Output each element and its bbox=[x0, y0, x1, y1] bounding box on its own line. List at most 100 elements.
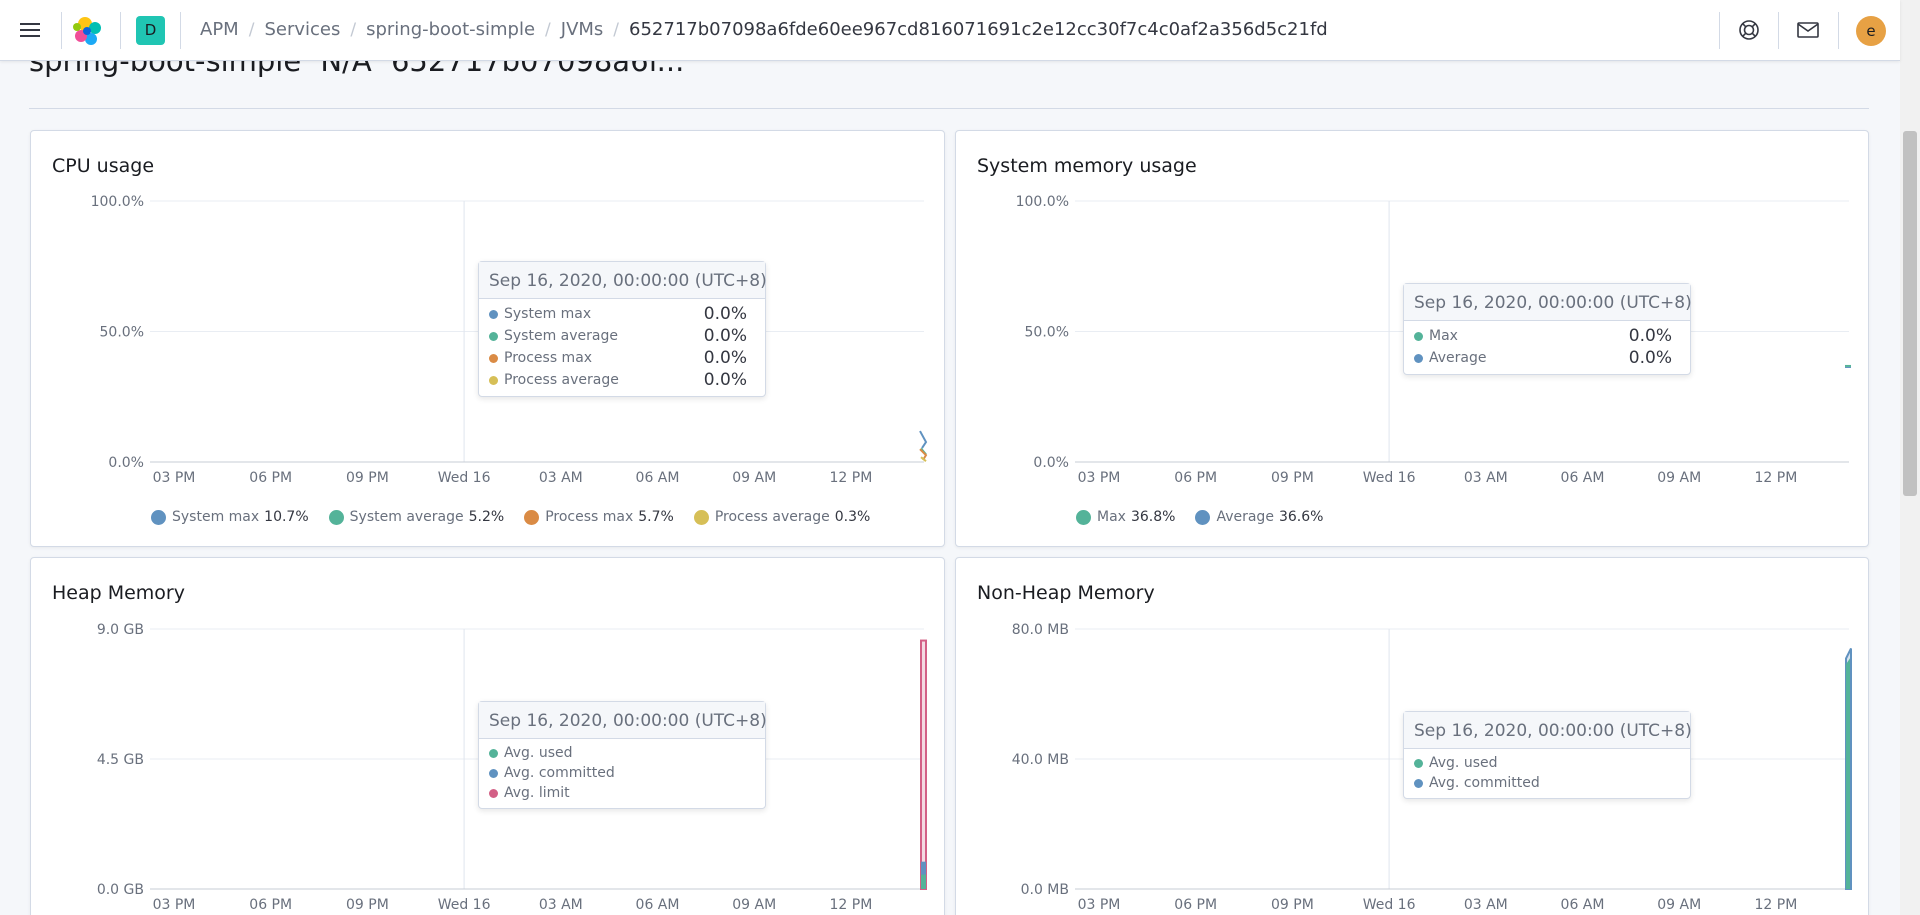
tooltip-date: Sep 16, 2020, 00:00:00 (UTC+8) bbox=[1404, 712, 1692, 749]
tooltip-label: Avg. used bbox=[1429, 755, 1498, 771]
legend-item-system-average[interactable]: System average 5.2% bbox=[328, 509, 504, 525]
tooltip-color-dot bbox=[1414, 778, 1423, 788]
tooltip-label: Avg. committed bbox=[504, 765, 615, 781]
scrollbar-thumb[interactable] bbox=[1903, 131, 1917, 496]
tooltip-label: Avg. limit bbox=[504, 785, 570, 801]
y-tick-label: 50.0% bbox=[100, 325, 144, 341]
x-tick-label: 06 PM bbox=[249, 897, 292, 913]
legend-item-max[interactable]: Max 36.8% bbox=[1076, 509, 1175, 525]
breadcrumb-jvm-id: 652717b07098a6fde60ee967cd816071691c2e12… bbox=[629, 19, 1328, 40]
tooltip-label: System max bbox=[504, 306, 592, 322]
tooltip-label: Process max bbox=[504, 350, 593, 366]
cpu-usage-panel: CPU usage 100.0% 50.0% 0.0% 03 PM 06 PM 09 PM… bbox=[30, 130, 945, 547]
legend-label: System max bbox=[172, 509, 260, 525]
legend-color-dot bbox=[1076, 509, 1091, 525]
legend-label: System average bbox=[349, 509, 464, 525]
tooltip-label: System average bbox=[504, 328, 618, 344]
user-avatar[interactable]: e bbox=[1856, 16, 1886, 46]
x-tick-label: 12 PM bbox=[830, 897, 873, 913]
legend-color-dot bbox=[151, 509, 166, 525]
elastic-logo[interactable] bbox=[72, 15, 104, 47]
legend-value: 5.7% bbox=[638, 509, 674, 525]
x-tick-label: 12 PM bbox=[830, 470, 873, 486]
y-tick-label: 4.5 GB bbox=[97, 752, 144, 768]
tooltip-color-dot bbox=[489, 331, 498, 341]
breadcrumb-services[interactable]: Services bbox=[264, 19, 340, 40]
y-tick-label: 0.0% bbox=[108, 455, 144, 471]
breadcrumb-separator: / bbox=[545, 19, 551, 40]
tooltip-label: Avg. committed bbox=[1429, 775, 1540, 791]
tooltip-color-dot bbox=[489, 353, 498, 363]
tooltip-color-dot bbox=[1414, 353, 1423, 363]
breadcrumb-apm[interactable]: APM bbox=[200, 19, 239, 40]
tooltip-label: Process average bbox=[504, 372, 619, 388]
tooltip-value: 0.0% bbox=[1628, 348, 1672, 368]
tooltip-value: 0.0% bbox=[1628, 326, 1672, 346]
breadcrumb-separator: / bbox=[248, 19, 255, 40]
legend-label: Process max bbox=[545, 509, 634, 525]
series-area-avg-used bbox=[921, 874, 926, 889]
y-tick-label: 50.0% bbox=[1025, 325, 1069, 341]
y-tick-label: 100.0% bbox=[1016, 194, 1069, 210]
tooltip-label: Average bbox=[1429, 350, 1487, 366]
legend-item-average[interactable]: Average 36.6% bbox=[1195, 509, 1323, 525]
x-tick-label: 12 PM bbox=[1755, 897, 1798, 913]
legend-item-process-average[interactable]: Process average 0.3% bbox=[693, 509, 871, 525]
legend-value: 36.8% bbox=[1130, 509, 1176, 525]
top-nav-bar: D APM / Services / spring-boot-simple / … bbox=[0, 0, 1900, 61]
menu-icon[interactable] bbox=[18, 18, 42, 42]
x-tick-label: 09 PM bbox=[346, 897, 389, 913]
chart-tooltip: Sep 16, 2020, 00:00:00 (UTC+8) System ma… bbox=[478, 261, 767, 397]
tooltip-row: Process max 0.0% bbox=[489, 347, 755, 369]
tooltip-value: 0.0% bbox=[703, 326, 747, 346]
help-icon[interactable] bbox=[1736, 17, 1762, 43]
tooltip-color-dot bbox=[489, 788, 498, 798]
legend-item-process-max[interactable]: Process max 5.7% bbox=[524, 509, 674, 525]
x-tick-label: Wed 16 bbox=[1363, 470, 1416, 486]
tooltip-color-dot bbox=[1414, 758, 1423, 768]
tooltip-color-dot bbox=[1414, 331, 1423, 341]
mail-icon[interactable] bbox=[1795, 17, 1821, 43]
tooltip-row: Process average 0.0% bbox=[489, 369, 755, 391]
tooltip-color-dot bbox=[489, 768, 498, 778]
non-heap-memory-panel: Non-Heap Memory 80.0 MB 40.0 MB 0.0 MB 03 P… bbox=[955, 557, 1869, 915]
nav-divider bbox=[120, 12, 121, 49]
y-tick-label: 40.0 MB bbox=[1012, 752, 1069, 768]
chart-legend: System max 10.7% System average 5.2% Pro… bbox=[151, 509, 890, 525]
x-tick-label: 06 PM bbox=[1174, 897, 1217, 913]
series-line-system-max bbox=[919, 430, 928, 449]
breadcrumb-jvms[interactable]: JVMs bbox=[561, 19, 604, 40]
legend-color-dot bbox=[693, 509, 709, 525]
y-tick-label: 0.0 MB bbox=[1021, 882, 1069, 898]
tooltip-value: 0.0% bbox=[703, 348, 747, 368]
x-tick-label: 09 AM bbox=[1657, 470, 1701, 486]
legend-label: Process average bbox=[714, 509, 830, 525]
tooltip-row: Max 0.0% bbox=[1414, 325, 1680, 347]
x-tick-label: 06 PM bbox=[1174, 470, 1217, 486]
y-tick-label: 0.0% bbox=[1033, 455, 1069, 471]
x-tick-label: 06 AM bbox=[1561, 470, 1605, 486]
x-tick-label: 06 PM bbox=[249, 470, 292, 486]
tooltip-value: 0.0% bbox=[703, 304, 747, 324]
x-tick-label: 03 PM bbox=[1078, 897, 1121, 913]
nav-divider bbox=[180, 12, 181, 49]
space-selector-button[interactable]: D bbox=[136, 16, 165, 45]
x-tick-label: 03 AM bbox=[1464, 897, 1508, 913]
x-tick-label: Wed 16 bbox=[438, 470, 491, 486]
chart-tooltip: Sep 16, 2020, 00:00:00 (UTC+8) Avg. used… bbox=[1403, 711, 1692, 799]
nav-divider bbox=[1778, 12, 1779, 49]
header-divider bbox=[29, 108, 1869, 109]
breadcrumb-service-name[interactable]: spring-boot-simple bbox=[366, 19, 535, 40]
tooltip-row: System max 0.0% bbox=[489, 303, 755, 325]
legend-value: 10.7% bbox=[264, 509, 309, 525]
chart-tooltip: Sep 16, 2020, 00:00:00 (UTC+8) Avg. used… bbox=[478, 701, 767, 809]
x-tick-label: 03 AM bbox=[539, 470, 583, 486]
legend-item-system-max[interactable]: System max 10.7% bbox=[151, 509, 309, 525]
series-area-avg-limit bbox=[920, 639, 927, 890]
y-tick-label: 80.0 MB bbox=[1012, 622, 1069, 638]
tooltip-date: Sep 16, 2020, 00:00:00 (UTC+8) bbox=[479, 702, 767, 739]
y-tick-label: 100.0% bbox=[91, 194, 144, 210]
legend-value: 0.3% bbox=[834, 509, 871, 525]
chart-legend: Max 36.8% Average 36.6% bbox=[1076, 509, 1343, 525]
tooltip-value: 0.0% bbox=[703, 370, 747, 390]
